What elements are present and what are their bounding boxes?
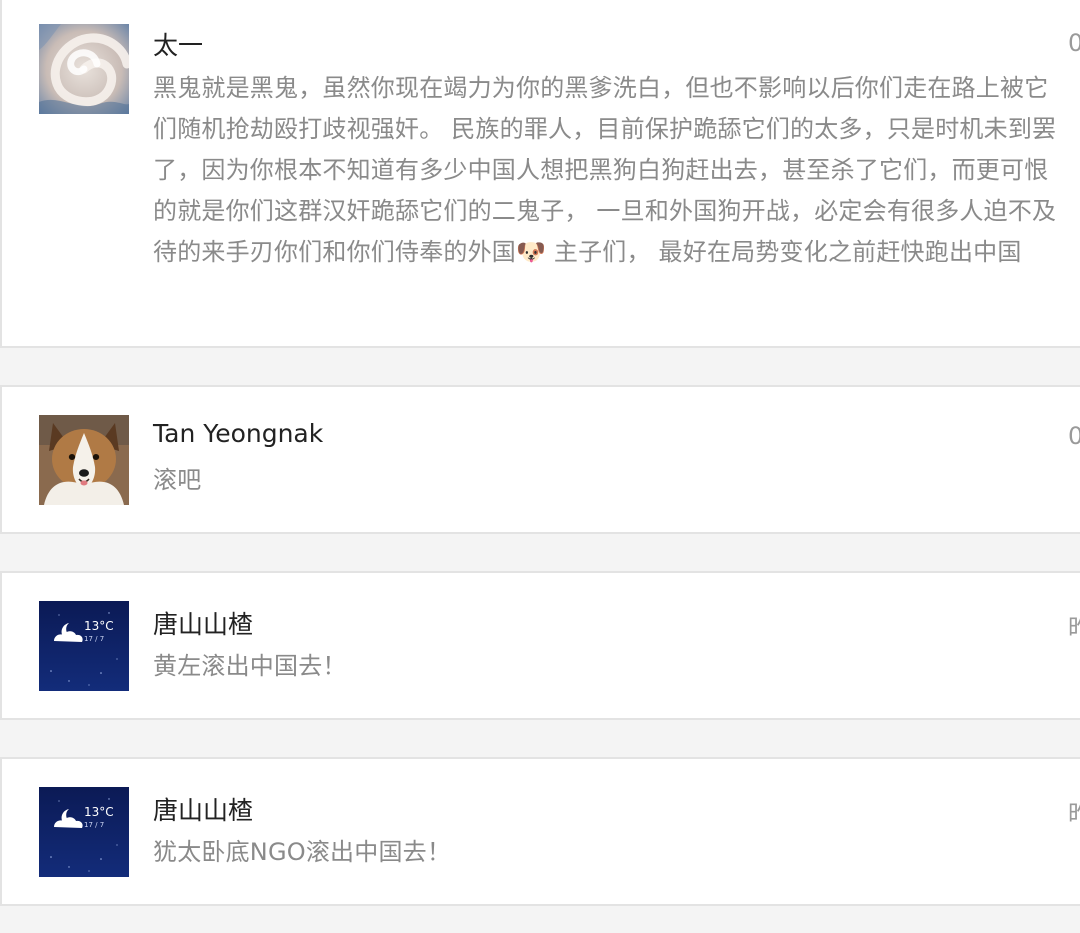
comment-card[interactable]: 13°C 17 / 7 唐山山楂 黄左滚出中国去！ 昨 — [0, 571, 1080, 720]
weather-night-avatar[interactable]: 13°C 17 / 7 — [39, 787, 129, 877]
comment-text: 犹太卧底NGO滚出中国去！ — [153, 838, 452, 866]
swirl-cloud-avatar[interactable] — [39, 24, 129, 114]
comment-text: 黄左滚出中国去！ — [153, 652, 347, 680]
comment-card[interactable]: 13°C 17 / 7 唐山山楂 犹太卧底NGO滚出中国去！ 昨 — [0, 757, 1080, 906]
comment-meta: 昨 — [1068, 794, 1080, 829]
avatar-date: 17 / 7 — [84, 635, 105, 643]
comment-card[interactable]: Tan Yeongnak 滚吧 0 — [0, 385, 1080, 534]
weather-night-avatar[interactable]: 13°C 17 / 7 — [39, 601, 129, 691]
comment-meta: 昨 — [1068, 608, 1080, 643]
username[interactable]: 唐山山楂 — [153, 791, 253, 827]
avatar-date: 17 / 7 — [84, 821, 105, 829]
comment-text: 黑鬼就是黑鬼，虽然你现在竭力为你的黑爹洗白，但也不影响以后你们走在路上被它们随机… — [153, 74, 1057, 266]
username[interactable]: 太一 — [153, 26, 203, 62]
avatar-temperature: 13°C — [84, 805, 114, 819]
username[interactable]: Tan Yeongnak — [153, 419, 323, 448]
comment-card[interactable]: 太一 黑鬼就是黑鬼，虽然你现在竭力为你的黑爹洗白，但也不影响以后你们走在路上被它… — [0, 0, 1080, 348]
comment-text: 滚吧 — [153, 466, 202, 494]
comment-meta: 0 — [1068, 29, 1080, 57]
comment-meta: 0 — [1068, 422, 1080, 450]
collie-dog-avatar[interactable] — [39, 415, 129, 505]
username[interactable]: 唐山山楂 — [153, 605, 253, 641]
avatar-temperature: 13°C — [84, 619, 114, 633]
